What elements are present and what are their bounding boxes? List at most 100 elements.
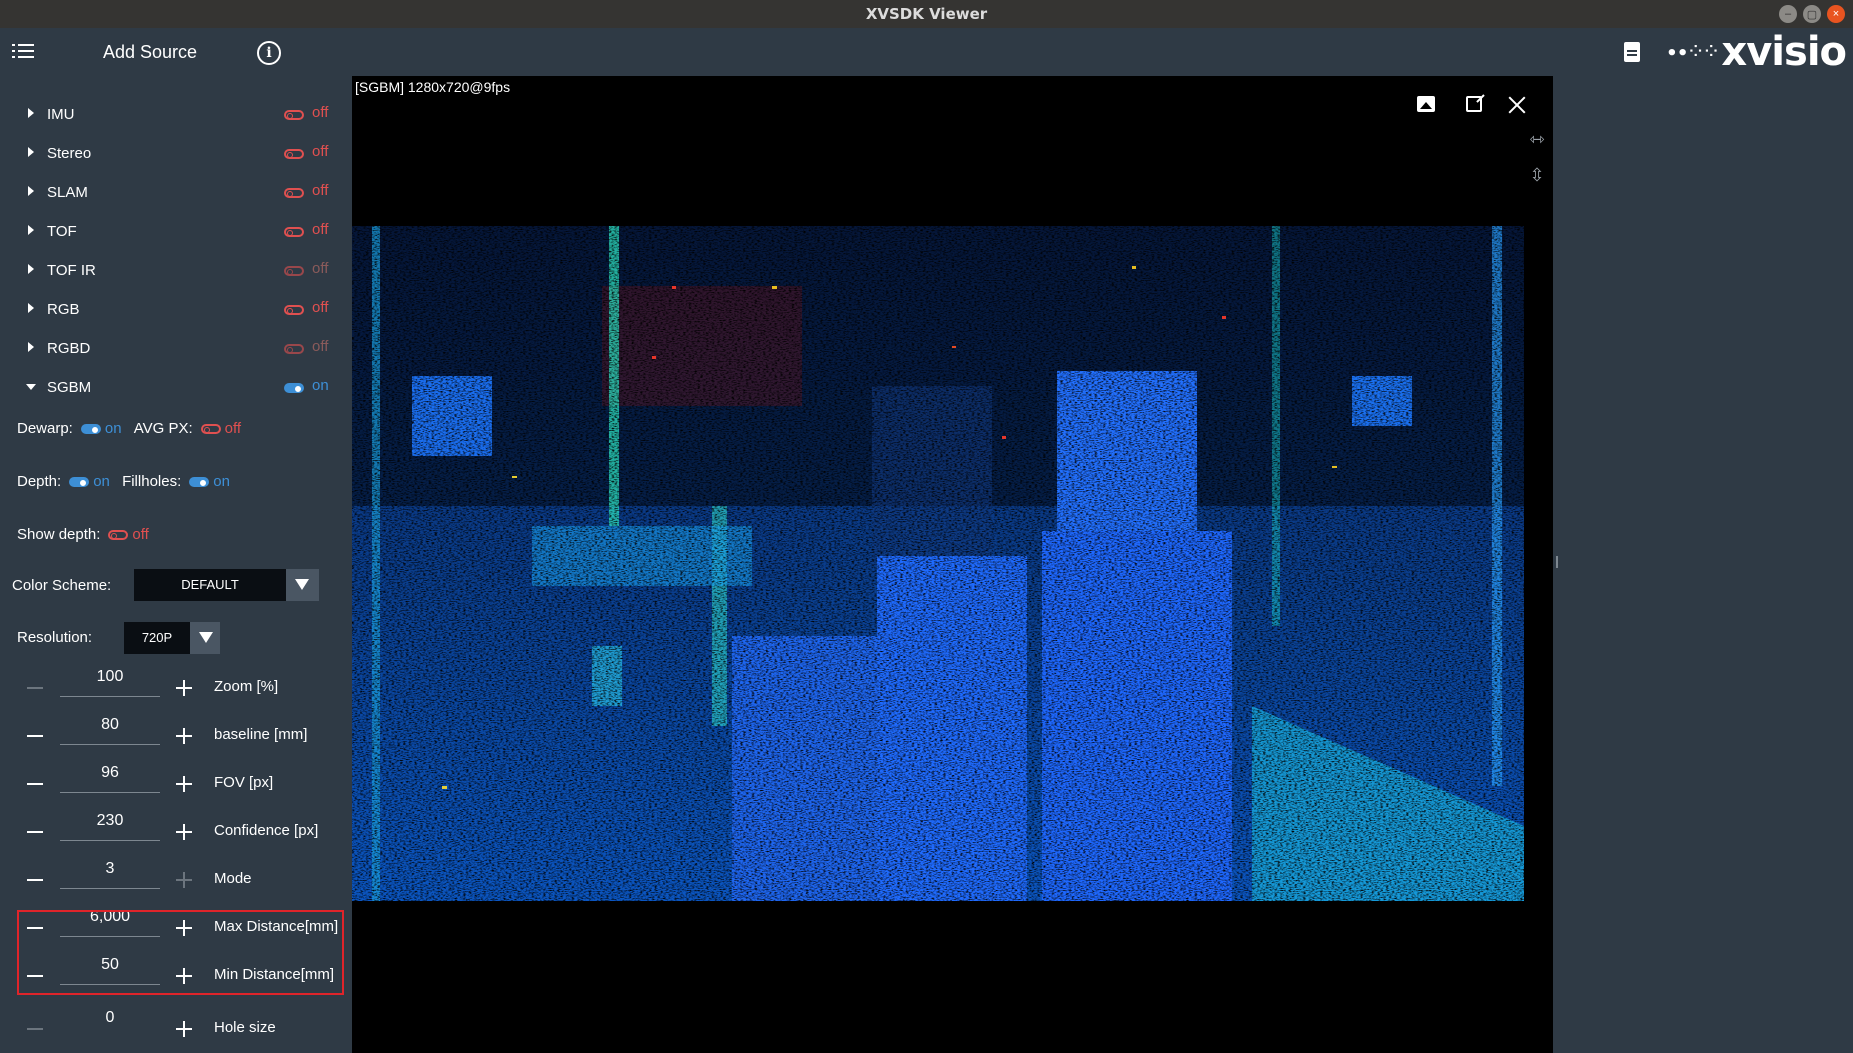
- sidebar: IMU off Stereo off SLAM off TOF off TOF …: [0, 76, 352, 1053]
- expand-arrow-icon[interactable]: [28, 108, 34, 118]
- stream-state: off: [312, 260, 329, 277]
- depth-toggle[interactable]: [69, 477, 90, 488]
- stream-toggle[interactable]: [284, 305, 304, 315]
- stream-rgbd[interactable]: RGBD off: [0, 336, 352, 366]
- stream-state: on: [312, 377, 329, 394]
- stream-imu[interactable]: IMU off: [0, 102, 352, 132]
- increment-button[interactable]: [176, 680, 192, 696]
- stream-toggle[interactable]: [284, 188, 304, 198]
- stepper-value[interactable]: 3: [60, 860, 160, 878]
- info-icon[interactable]: i: [257, 41, 281, 65]
- fillholes-label: Fillholes:: [122, 473, 182, 490]
- stepper-value[interactable]: 230: [60, 812, 160, 830]
- stream-tof[interactable]: TOF off: [0, 219, 352, 249]
- stepper-value[interactable]: 0: [60, 1009, 160, 1027]
- external-link-icon[interactable]: [1466, 96, 1482, 112]
- stepper-underline: [60, 888, 160, 889]
- color-scheme-dropdown-icon[interactable]: [286, 569, 319, 601]
- expand-arrow-icon[interactable]: [28, 186, 34, 196]
- stepper-label: Zoom [%]: [214, 678, 279, 695]
- mode-stepper: 3 Mode: [0, 858, 352, 902]
- decrement-button[interactable]: [27, 735, 43, 737]
- fillholes-toggle[interactable]: [189, 477, 210, 488]
- stream-toggle[interactable]: [284, 383, 304, 393]
- show-depth-state: off: [132, 526, 149, 543]
- fov-stepper: 96 FOV [px]: [0, 762, 352, 806]
- stepper-underline: [60, 840, 160, 841]
- stream-tof-ir[interactable]: TOF IR off: [0, 258, 352, 288]
- flip-vertical-icon[interactable]: ⇳: [1526, 165, 1548, 187]
- stream-state: off: [312, 104, 329, 121]
- color-scheme-select[interactable]: DEFAULT: [134, 569, 286, 601]
- stream-state: off: [312, 143, 329, 160]
- expand-arrow-icon[interactable]: [28, 342, 34, 352]
- depth-map-image: [352, 226, 1524, 901]
- dewarp-toggle[interactable]: [80, 424, 101, 435]
- stepper-underline: [60, 696, 160, 697]
- stream-label: TOF: [47, 223, 77, 240]
- stream-stereo[interactable]: Stereo off: [0, 141, 352, 171]
- expand-arrow-icon[interactable]: [28, 303, 34, 313]
- window-controls: – ▢ ×: [1779, 5, 1845, 23]
- add-source-button[interactable]: Add Source: [103, 42, 197, 63]
- show-depth-toggle[interactable]: [108, 530, 129, 541]
- app-header: Add Source i ∙∙⁘⁘ xvisio: [0, 28, 1853, 76]
- expand-arrow-icon[interactable]: [28, 225, 34, 235]
- zoom-stepper: 100 Zoom [%]: [0, 666, 352, 710]
- fillholes-state: on: [213, 473, 230, 490]
- document-icon[interactable]: [1624, 42, 1640, 62]
- decrement-button[interactable]: [27, 1028, 43, 1030]
- stepper-underline: [60, 792, 160, 793]
- close-window-icon[interactable]: ×: [1827, 5, 1845, 23]
- stepper-value[interactable]: 96: [60, 764, 160, 782]
- stream-caption: [SGBM] 1280x720@9fps: [355, 79, 511, 95]
- window-titlebar: XVSDK Viewer – ▢ ×: [0, 0, 1853, 28]
- distance-highlight-box: [17, 910, 344, 995]
- stream-toggle[interactable]: [284, 344, 304, 354]
- decrement-button[interactable]: [27, 687, 43, 689]
- stream-toggle[interactable]: [284, 149, 304, 159]
- resolution-select[interactable]: 720P: [124, 622, 190, 654]
- menu-list-icon[interactable]: [12, 41, 36, 63]
- increment-button[interactable]: [176, 1021, 192, 1037]
- increment-button[interactable]: [176, 728, 192, 744]
- minimize-icon[interactable]: –: [1779, 5, 1797, 23]
- splitter-handle[interactable]: [1556, 556, 1558, 568]
- avg-px-state: off: [224, 420, 242, 437]
- stepper-label: FOV [px]: [214, 774, 274, 791]
- collapse-arrow-icon[interactable]: [26, 384, 36, 390]
- avg-px-label: AVG PX:: [133, 420, 193, 437]
- stream-state: off: [312, 221, 329, 238]
- stepper-label: Hole size: [214, 1019, 276, 1036]
- expand-arrow-icon[interactable]: [28, 264, 34, 274]
- avg-px-toggle[interactable]: [200, 424, 221, 435]
- stream-toggle[interactable]: [284, 227, 304, 237]
- color-scheme-label: Color Scheme:: [12, 577, 112, 594]
- stream-rgb[interactable]: RGB off: [0, 297, 352, 327]
- resolution-dropdown-icon[interactable]: [190, 622, 220, 654]
- maximize-icon[interactable]: ▢: [1803, 5, 1821, 23]
- stream-state: off: [312, 338, 329, 355]
- show-depth-option: Show depth: off: [17, 526, 149, 543]
- logo-dots-icon: ∙∙⁘⁘: [1665, 39, 1720, 65]
- xvisio-logo: ∙∙⁘⁘ xvisio: [1665, 29, 1847, 75]
- increment-button[interactable]: [176, 824, 192, 840]
- expand-arrow-icon[interactable]: [28, 147, 34, 157]
- stream-sgbm[interactable]: SGBM on: [0, 375, 352, 405]
- increment-button[interactable]: [176, 776, 192, 792]
- stream-label: SGBM: [47, 379, 92, 396]
- increment-button[interactable]: [176, 872, 192, 888]
- flip-horizontal-icon[interactable]: ⇿: [1526, 129, 1548, 151]
- image-icon[interactable]: [1417, 96, 1435, 112]
- window-title: XVSDK Viewer: [865, 5, 988, 23]
- stream-toggle[interactable]: [284, 266, 304, 276]
- stream-toggle[interactable]: [284, 110, 304, 120]
- decrement-button[interactable]: [27, 831, 43, 833]
- stream-label: RGB: [47, 301, 80, 318]
- stream-slam[interactable]: SLAM off: [0, 180, 352, 210]
- decrement-button[interactable]: [27, 783, 43, 785]
- stepper-value[interactable]: 100: [60, 668, 160, 686]
- close-icon[interactable]: [1506, 94, 1528, 116]
- decrement-button[interactable]: [27, 879, 43, 881]
- stepper-value[interactable]: 80: [60, 716, 160, 734]
